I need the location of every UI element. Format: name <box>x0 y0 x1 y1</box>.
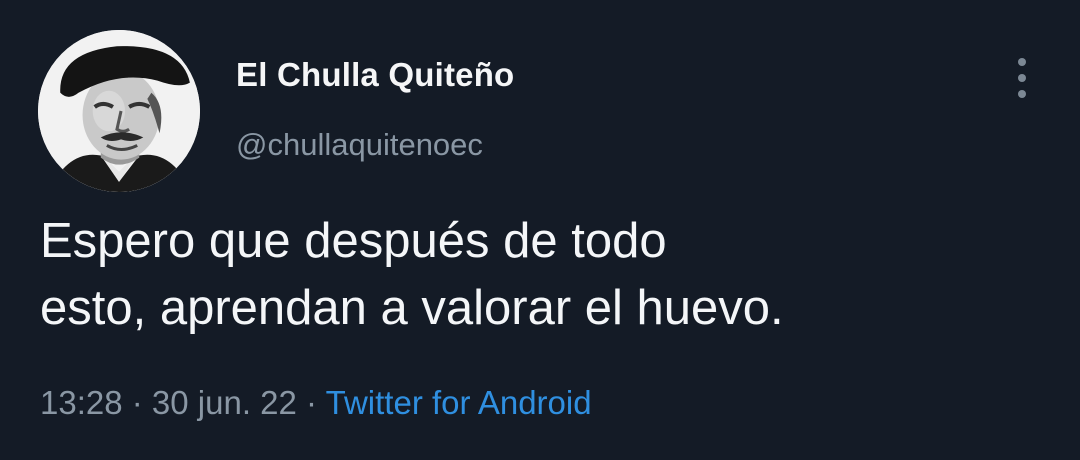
tweet-card: El Chulla Quiteño @chullaquitenoec Esper… <box>0 0 1080 460</box>
avatar[interactable] <box>38 30 200 192</box>
display-name[interactable]: El Chulla Quiteño <box>236 56 514 94</box>
tweet-date[interactable]: 30 jun. 22 <box>152 384 297 421</box>
separator: · <box>122 384 152 421</box>
dot <box>1018 74 1026 82</box>
profile-photo-icon <box>38 30 200 192</box>
tweet-text-line-1: Espero que después de todo <box>40 214 667 268</box>
separator: · <box>296 384 326 421</box>
vertical-ellipsis-icon[interactable] <box>1004 56 1040 100</box>
dot <box>1018 58 1026 66</box>
user-handle[interactable]: @chullaquitenoec <box>236 127 483 163</box>
tweet-metadata: 13:28 · 30 jun. 22 · Twitter for Android <box>40 384 592 422</box>
tweet-text-line-2: esto, aprendan a valorar el huevo. <box>40 281 784 335</box>
dot <box>1018 90 1026 98</box>
tweet-time[interactable]: 13:28 <box>40 384 123 421</box>
tweet-source-link[interactable]: Twitter for Android <box>326 384 592 421</box>
tweet-text: Espero que después de todo esto, aprenda… <box>40 208 1050 342</box>
